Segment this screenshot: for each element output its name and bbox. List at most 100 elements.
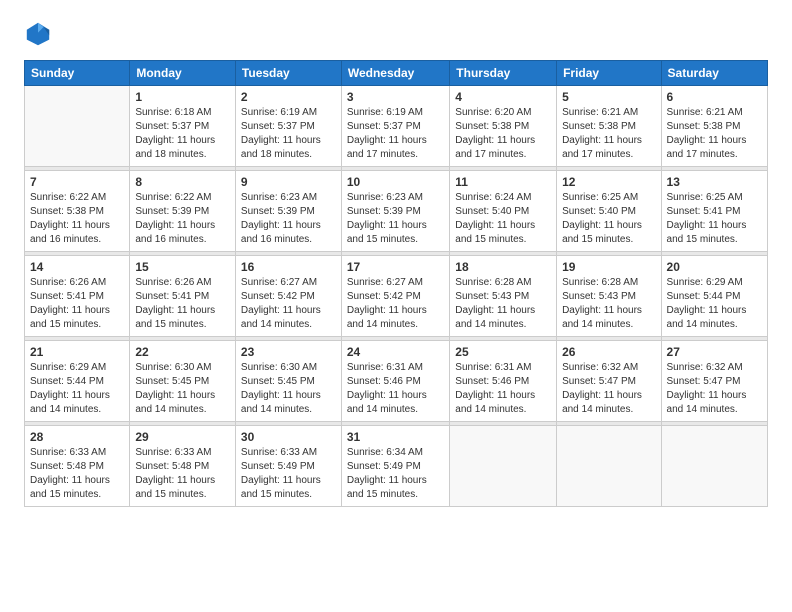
calendar-cell: 2 Sunrise: 6:19 AM Sunset: 5:37 PM Daylig… bbox=[235, 86, 341, 167]
day-number: 15 bbox=[135, 260, 230, 274]
header-day-friday: Friday bbox=[557, 61, 661, 86]
calendar-cell bbox=[661, 426, 767, 507]
day-info: Sunrise: 6:28 AM Sunset: 5:43 PM Dayligh… bbox=[562, 276, 655, 332]
calendar-cell: 11 Sunrise: 6:24 AM Sunset: 5:40 PM Dayli… bbox=[450, 171, 557, 252]
day-info: Sunrise: 6:33 AM Sunset: 5:49 PM Dayligh… bbox=[241, 446, 336, 502]
header-day-saturday: Saturday bbox=[661, 61, 767, 86]
calendar-cell: 20 Sunrise: 6:29 AM Sunset: 5:44 PM Dayli… bbox=[661, 256, 767, 337]
day-number: 22 bbox=[135, 345, 230, 359]
day-number: 11 bbox=[455, 175, 551, 189]
day-info: Sunrise: 6:27 AM Sunset: 5:42 PM Dayligh… bbox=[241, 276, 336, 332]
day-info: Sunrise: 6:19 AM Sunset: 5:37 PM Dayligh… bbox=[347, 106, 444, 162]
header-day-sunday: Sunday bbox=[25, 61, 130, 86]
day-number: 30 bbox=[241, 430, 336, 444]
calendar-cell: 19 Sunrise: 6:28 AM Sunset: 5:43 PM Dayli… bbox=[557, 256, 661, 337]
calendar-cell: 18 Sunrise: 6:28 AM Sunset: 5:43 PM Dayli… bbox=[450, 256, 557, 337]
calendar-cell: 26Sunrise: 6:32 AM Sunset: 5:47 PM Dayli… bbox=[557, 341, 661, 422]
calendar-week-row: 21 Sunrise: 6:29 AM Sunset: 5:44 PM Dayli… bbox=[25, 341, 768, 422]
calendar-cell bbox=[25, 86, 130, 167]
calendar-cell: 17 Sunrise: 6:27 AM Sunset: 5:42 PM Dayli… bbox=[341, 256, 449, 337]
calendar-week-row: 7Sunrise: 6:22 AM Sunset: 5:38 PM Daylig… bbox=[25, 171, 768, 252]
day-number: 28 bbox=[30, 430, 124, 444]
day-number: 5 bbox=[562, 90, 655, 104]
day-info: Sunrise: 6:23 AM Sunset: 5:39 PM Dayligh… bbox=[347, 191, 444, 247]
calendar-cell: 24 Sunrise: 6:31 AM Sunset: 5:46 PM Dayli… bbox=[341, 341, 449, 422]
day-number: 13 bbox=[667, 175, 762, 189]
day-number: 4 bbox=[455, 90, 551, 104]
calendar-cell: 21 Sunrise: 6:29 AM Sunset: 5:44 PM Dayli… bbox=[25, 341, 130, 422]
calendar-cell: 12Sunrise: 6:25 AM Sunset: 5:40 PM Dayli… bbox=[557, 171, 661, 252]
day-number: 2 bbox=[241, 90, 336, 104]
day-number: 8 bbox=[135, 175, 230, 189]
day-number: 9 bbox=[241, 175, 336, 189]
calendar-cell: 10 Sunrise: 6:23 AM Sunset: 5:39 PM Dayli… bbox=[341, 171, 449, 252]
calendar-cell bbox=[450, 426, 557, 507]
logo bbox=[24, 20, 56, 48]
day-number: 29 bbox=[135, 430, 230, 444]
day-info: Sunrise: 6:31 AM Sunset: 5:46 PM Dayligh… bbox=[347, 361, 444, 417]
day-number: 14 bbox=[30, 260, 124, 274]
day-info: Sunrise: 6:24 AM Sunset: 5:40 PM Dayligh… bbox=[455, 191, 551, 247]
day-number: 24 bbox=[347, 345, 444, 359]
calendar-cell bbox=[557, 426, 661, 507]
header-day-tuesday: Tuesday bbox=[235, 61, 341, 86]
day-number: 27 bbox=[667, 345, 762, 359]
calendar-cell: 6 Sunrise: 6:21 AM Sunset: 5:38 PM Daylig… bbox=[661, 86, 767, 167]
logo-icon bbox=[24, 20, 52, 48]
calendar-cell: 23 Sunrise: 6:30 AM Sunset: 5:45 PM Dayli… bbox=[235, 341, 341, 422]
day-number: 26 bbox=[562, 345, 655, 359]
day-info: Sunrise: 6:30 AM Sunset: 5:45 PM Dayligh… bbox=[241, 361, 336, 417]
calendar-header-row: SundayMondayTuesdayWednesdayThursdayFrid… bbox=[25, 61, 768, 86]
calendar-cell: 22 Sunrise: 6:30 AM Sunset: 5:45 PM Dayli… bbox=[130, 341, 236, 422]
day-info: Sunrise: 6:33 AM Sunset: 5:48 PM Dayligh… bbox=[30, 446, 124, 502]
calendar-cell: 7Sunrise: 6:22 AM Sunset: 5:38 PM Daylig… bbox=[25, 171, 130, 252]
calendar-week-row: 1 Sunrise: 6:18 AM Sunset: 5:37 PM Daylig… bbox=[25, 86, 768, 167]
day-number: 12 bbox=[562, 175, 655, 189]
day-info: Sunrise: 6:33 AM Sunset: 5:48 PM Dayligh… bbox=[135, 446, 230, 502]
day-number: 1 bbox=[135, 90, 230, 104]
day-number: 3 bbox=[347, 90, 444, 104]
day-number: 10 bbox=[347, 175, 444, 189]
calendar-cell: 13Sunrise: 6:25 AM Sunset: 5:41 PM Dayli… bbox=[661, 171, 767, 252]
day-info: Sunrise: 6:29 AM Sunset: 5:44 PM Dayligh… bbox=[667, 276, 762, 332]
calendar-week-row: 14 Sunrise: 6:26 AM Sunset: 5:41 PM Dayli… bbox=[25, 256, 768, 337]
day-info: Sunrise: 6:18 AM Sunset: 5:37 PM Dayligh… bbox=[135, 106, 230, 162]
day-number: 21 bbox=[30, 345, 124, 359]
day-info: Sunrise: 6:29 AM Sunset: 5:44 PM Dayligh… bbox=[30, 361, 124, 417]
calendar-cell: 31Sunrise: 6:34 AM Sunset: 5:49 PM Dayli… bbox=[341, 426, 449, 507]
calendar-cell: 3 Sunrise: 6:19 AM Sunset: 5:37 PM Daylig… bbox=[341, 86, 449, 167]
day-number: 20 bbox=[667, 260, 762, 274]
day-info: Sunrise: 6:22 AM Sunset: 5:38 PM Dayligh… bbox=[30, 191, 124, 247]
calendar-cell: 8Sunrise: 6:22 AM Sunset: 5:39 PM Daylig… bbox=[130, 171, 236, 252]
calendar-cell: 1 Sunrise: 6:18 AM Sunset: 5:37 PM Daylig… bbox=[130, 86, 236, 167]
day-number: 18 bbox=[455, 260, 551, 274]
day-info: Sunrise: 6:31 AM Sunset: 5:46 PM Dayligh… bbox=[455, 361, 551, 417]
day-number: 16 bbox=[241, 260, 336, 274]
day-number: 19 bbox=[562, 260, 655, 274]
header bbox=[24, 20, 768, 48]
calendar-cell: 9Sunrise: 6:23 AM Sunset: 5:39 PM Daylig… bbox=[235, 171, 341, 252]
day-info: Sunrise: 6:21 AM Sunset: 5:38 PM Dayligh… bbox=[667, 106, 762, 162]
calendar-cell: 28 Sunrise: 6:33 AM Sunset: 5:48 PM Dayli… bbox=[25, 426, 130, 507]
day-info: Sunrise: 6:21 AM Sunset: 5:38 PM Dayligh… bbox=[562, 106, 655, 162]
day-number: 6 bbox=[667, 90, 762, 104]
day-info: Sunrise: 6:26 AM Sunset: 5:41 PM Dayligh… bbox=[30, 276, 124, 332]
day-number: 23 bbox=[241, 345, 336, 359]
calendar-cell: 16 Sunrise: 6:27 AM Sunset: 5:42 PM Dayli… bbox=[235, 256, 341, 337]
day-info: Sunrise: 6:30 AM Sunset: 5:45 PM Dayligh… bbox=[135, 361, 230, 417]
day-number: 17 bbox=[347, 260, 444, 274]
calendar-cell: 27 Sunrise: 6:32 AM Sunset: 5:47 PM Dayli… bbox=[661, 341, 767, 422]
calendar-cell: 15 Sunrise: 6:26 AM Sunset: 5:41 PM Dayli… bbox=[130, 256, 236, 337]
calendar-cell: 25 Sunrise: 6:31 AM Sunset: 5:46 PM Dayli… bbox=[450, 341, 557, 422]
day-info: Sunrise: 6:26 AM Sunset: 5:41 PM Dayligh… bbox=[135, 276, 230, 332]
day-info: Sunrise: 6:28 AM Sunset: 5:43 PM Dayligh… bbox=[455, 276, 551, 332]
day-info: Sunrise: 6:32 AM Sunset: 5:47 PM Dayligh… bbox=[667, 361, 762, 417]
day-info: Sunrise: 6:20 AM Sunset: 5:38 PM Dayligh… bbox=[455, 106, 551, 162]
day-info: Sunrise: 6:19 AM Sunset: 5:37 PM Dayligh… bbox=[241, 106, 336, 162]
day-number: 25 bbox=[455, 345, 551, 359]
day-info: Sunrise: 6:27 AM Sunset: 5:42 PM Dayligh… bbox=[347, 276, 444, 332]
page: SundayMondayTuesdayWednesdayThursdayFrid… bbox=[0, 0, 792, 612]
header-day-monday: Monday bbox=[130, 61, 236, 86]
header-day-thursday: Thursday bbox=[450, 61, 557, 86]
calendar-cell: 4 Sunrise: 6:20 AM Sunset: 5:38 PM Daylig… bbox=[450, 86, 557, 167]
